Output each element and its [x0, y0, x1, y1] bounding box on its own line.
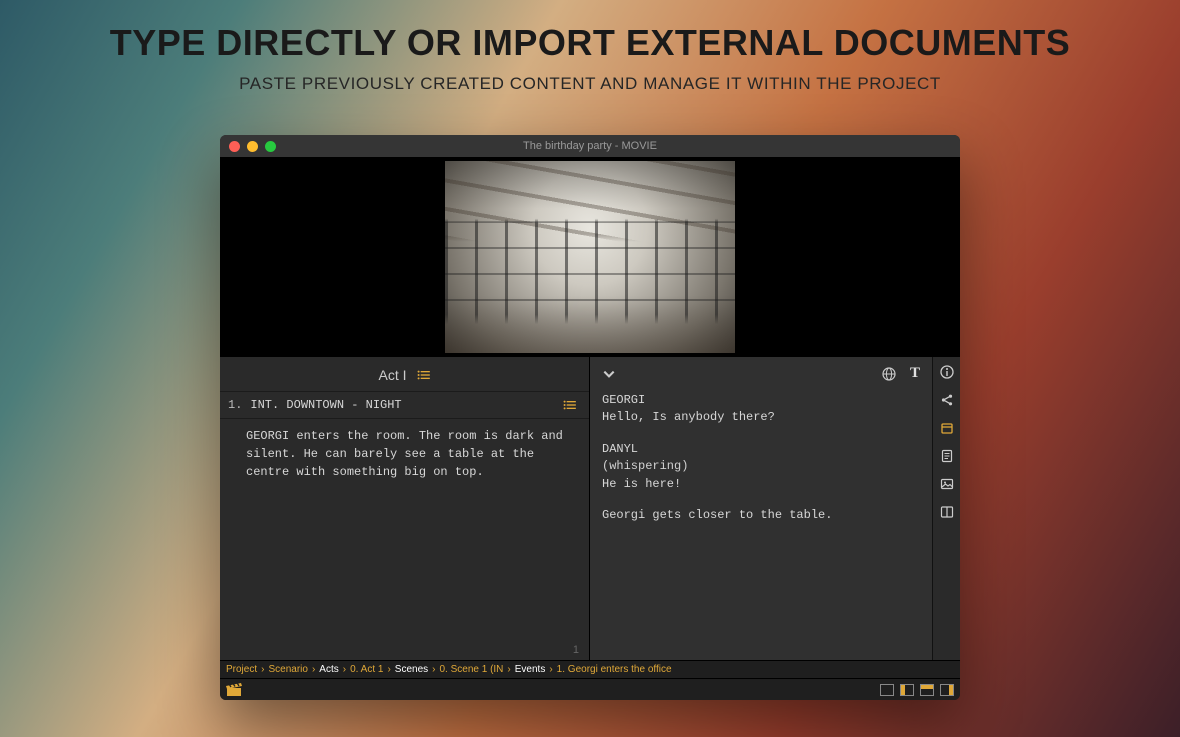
page-number: 1 — [573, 644, 579, 656]
image-icon[interactable] — [940, 477, 954, 491]
act-header[interactable]: Act I — [220, 357, 589, 391]
minimize-icon[interactable] — [247, 141, 258, 152]
dialogue-line: Hello, Is anybody there? — [602, 409, 924, 426]
titlebar[interactable]: The birthday party - MOVIE — [220, 135, 960, 157]
script-editor-panel[interactable]: T GEORGI Hello, Is anybody there? DANYL … — [590, 357, 932, 660]
action-line[interactable]: Georgi gets closer to the table. — [602, 507, 924, 524]
layout-option-1[interactable] — [880, 684, 894, 696]
close-icon[interactable] — [229, 141, 240, 152]
layout-option-2[interactable] — [900, 684, 914, 696]
breadcrumb-item[interactable]: Scenes — [395, 664, 428, 675]
zoom-icon[interactable] — [265, 141, 276, 152]
list-icon[interactable] — [563, 400, 577, 410]
globe-icon[interactable] — [882, 367, 896, 381]
scene-description[interactable]: GEORGI enters the room. The room is dark… — [220, 419, 589, 481]
character-name: GEORGI — [602, 392, 924, 409]
breadcrumb-item[interactable]: 1. Georgi enters the office — [557, 664, 672, 675]
breadcrumb[interactable]: Project›Scenario›Acts›0. Act 1›Scenes›0.… — [220, 660, 960, 678]
breadcrumb-item[interactable]: Events — [515, 664, 546, 675]
bottom-bar — [220, 678, 960, 700]
act-label: Act I — [378, 367, 406, 383]
share-icon[interactable] — [940, 393, 954, 407]
hero-subtitle: PASTE PREVIOUSLY CREATED CONTENT AND MAN… — [239, 74, 941, 94]
scene-heading: INT. DOWNTOWN - NIGHT — [250, 398, 401, 412]
scene-outline-panel: Act I 1. INT. DOWNTOWN - NIGHT GEORGI en… — [220, 357, 590, 660]
text-tool-icon[interactable]: T — [910, 365, 920, 382]
layout-option-3[interactable] — [920, 684, 934, 696]
app-window: The birthday party - MOVIE Act I 1. INT.… — [220, 135, 960, 700]
scene-preview-image — [445, 161, 735, 353]
window-title: The birthday party - MOVIE — [220, 140, 960, 152]
breadcrumb-item[interactable]: 0. Scene 1 (IN — [439, 664, 503, 675]
breadcrumb-item[interactable]: Acts — [319, 664, 338, 675]
parenthetical: (whispering) — [602, 458, 924, 475]
info-icon[interactable] — [940, 365, 954, 379]
layout-option-4[interactable] — [940, 684, 954, 696]
hero-title: TYPE DIRECTLY OR IMPORT EXTERNAL DOCUMEN… — [110, 22, 1070, 64]
breadcrumb-item[interactable]: Scenario — [268, 664, 307, 675]
dialogue-block[interactable]: GEORGI Hello, Is anybody there? — [602, 392, 924, 427]
right-toolbar — [932, 357, 960, 660]
dialogue-line: He is here! — [602, 476, 924, 493]
layout-icon[interactable] — [940, 505, 954, 519]
clapperboard-icon[interactable] — [226, 683, 242, 697]
chevron-down-icon[interactable] — [602, 367, 616, 381]
dialogue-block[interactable]: DANYL (whispering) He is here! — [602, 441, 924, 493]
scene-number: 1. — [228, 398, 242, 412]
layout-switcher — [880, 684, 954, 696]
character-name: DANYL — [602, 441, 924, 458]
notes-icon[interactable] — [940, 449, 954, 463]
scene-heading-row[interactable]: 1. INT. DOWNTOWN - NIGHT — [220, 391, 589, 419]
project-icon[interactable] — [940, 421, 954, 435]
list-icon[interactable] — [417, 370, 431, 380]
breadcrumb-item[interactable]: 0. Act 1 — [350, 664, 383, 675]
breadcrumb-item[interactable]: Project — [226, 664, 257, 675]
preview-area[interactable] — [220, 157, 960, 357]
